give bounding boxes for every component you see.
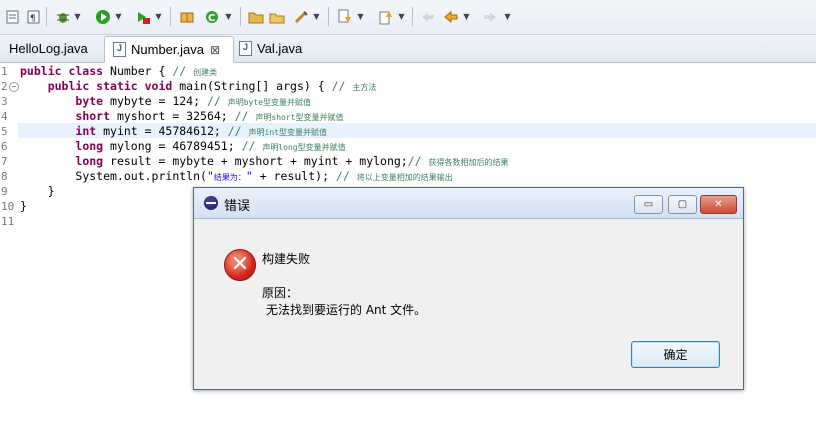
close-button[interactable]: ✕ bbox=[700, 195, 737, 214]
code-line: System.out.println("结果为：" + result); // … bbox=[75, 169, 453, 183]
next-annotation-icon[interactable] bbox=[336, 8, 353, 25]
error-dialog: 错误 ▭ ▢ ✕ ✕ 构建失败 原因： 无法找到要运行的 Ant 文件。 确定 bbox=[193, 187, 744, 390]
line-number: 1 bbox=[1, 65, 8, 78]
tab-label: Number.java bbox=[131, 42, 204, 57]
svg-text:C: C bbox=[208, 13, 215, 24]
run-dropdown-chevron-down-icon[interactable]: ▼ bbox=[114, 9, 123, 23]
code-line: public static void main(String[] args) {… bbox=[47, 79, 377, 93]
run-icon[interactable] bbox=[94, 8, 111, 25]
back-icon[interactable] bbox=[442, 8, 459, 25]
code-line: short myshort = 32564; // 声明short型变量并赋值 bbox=[75, 109, 344, 123]
code-line: long result = mybyte + myshort + myint +… bbox=[75, 154, 509, 168]
debug-icon[interactable] bbox=[54, 8, 71, 25]
dialog-body: ✕ 构建失败 原因： 无法找到要运行的 Ant 文件。 确定 bbox=[194, 219, 743, 389]
line-number: 9 bbox=[1, 185, 8, 198]
tab-label: HelloLog.java bbox=[9, 41, 88, 56]
reason-label: 原因： bbox=[262, 286, 299, 300]
new-java-package-icon[interactable] bbox=[178, 8, 195, 25]
reason-text: 无法找到要运行的 Ant 文件。 bbox=[266, 303, 427, 317]
dialog-heading: 构建失败 bbox=[262, 252, 311, 266]
dialog-title-bar[interactable]: 错误 ▭ ▢ ✕ bbox=[194, 188, 743, 219]
pen-icon[interactable] bbox=[292, 8, 309, 25]
tab-label: Val.java bbox=[257, 41, 303, 56]
dialog-title: 错误 bbox=[224, 199, 251, 214]
editor-tab-bar: HelloLog.java J Number.java ⊠ J Val.java bbox=[0, 35, 816, 63]
forward-dropdown-chevron-down-icon[interactable]: ▼ bbox=[503, 9, 512, 23]
open-folder-icon[interactable] bbox=[247, 8, 264, 25]
last-edit-icon[interactable] bbox=[419, 8, 436, 25]
paragraph-icon[interactable]: ¶ bbox=[25, 8, 42, 25]
error-icon: ✕ bbox=[224, 249, 256, 281]
code-line: public class Number { // 创建类 bbox=[20, 64, 218, 78]
svg-text:¶: ¶ bbox=[30, 14, 36, 24]
fold-collapse-icon[interactable]: − bbox=[9, 82, 19, 92]
java-file-icon: J bbox=[113, 42, 126, 57]
pen-dropdown-chevron-down-icon[interactable]: ▼ bbox=[312, 9, 321, 23]
line-number: 10 bbox=[1, 200, 15, 213]
line-number: 8 bbox=[1, 170, 8, 183]
close-tab-icon[interactable]: ⊠ bbox=[210, 43, 220, 57]
java-file-icon: J bbox=[239, 41, 252, 56]
open-type-icon[interactable] bbox=[268, 8, 285, 25]
code-line: long mylong = 46789451; // 声明long型变量并赋值 bbox=[75, 139, 346, 153]
debug-dropdown-chevron-down-icon[interactable]: ▼ bbox=[73, 9, 82, 23]
line-number: 7 bbox=[1, 155, 8, 168]
tab-hellolog-java[interactable]: HelloLog.java bbox=[5, 36, 92, 61]
previous-annotation-icon[interactable] bbox=[377, 8, 394, 25]
eclipse-logo-icon bbox=[204, 196, 218, 210]
line-number: 11 bbox=[1, 215, 15, 228]
save-all-icon[interactable] bbox=[4, 8, 21, 25]
refresh-icon[interactable]: C bbox=[203, 8, 220, 25]
forward-icon[interactable] bbox=[481, 8, 498, 25]
tab-val-java[interactable]: J Val.java bbox=[235, 36, 306, 61]
line-number: 2− bbox=[0, 79, 19, 94]
maximize-button[interactable]: ▢ bbox=[668, 195, 697, 214]
ok-button[interactable]: 确定 bbox=[631, 341, 720, 368]
line-number: 3 bbox=[1, 95, 8, 108]
previous-annotation-dropdown-chevron-down-icon[interactable]: ▼ bbox=[397, 9, 406, 23]
line-number: 5 bbox=[1, 125, 8, 138]
back-dropdown-chevron-down-icon[interactable]: ▼ bbox=[462, 9, 471, 23]
line-number-gutter: 1 2− 3 4 5 6 7 8 9 10 11 bbox=[0, 64, 19, 229]
refresh-dropdown-chevron-down-icon[interactable]: ▼ bbox=[224, 9, 233, 23]
tab-number-java[interactable]: J Number.java ⊠ bbox=[104, 36, 234, 63]
code-line: int myint = 45784612; // 声明int型变量并赋值 bbox=[75, 124, 327, 138]
main-toolbar: ¶ ▼ ▼ ▼ C ▼ ▼ ▼ ▼ ▼ ▼ bbox=[0, 0, 816, 35]
minimize-button[interactable]: ▭ bbox=[634, 195, 663, 214]
line-number: 6 bbox=[1, 140, 8, 153]
line-number: 4 bbox=[1, 110, 8, 123]
external-tools-dropdown-chevron-down-icon[interactable]: ▼ bbox=[154, 9, 163, 23]
code-line: byte mybyte = 124; // 声明byte型变量并赋值 bbox=[75, 94, 311, 108]
external-tools-icon[interactable] bbox=[134, 8, 151, 25]
next-annotation-dropdown-chevron-down-icon[interactable]: ▼ bbox=[356, 9, 365, 23]
